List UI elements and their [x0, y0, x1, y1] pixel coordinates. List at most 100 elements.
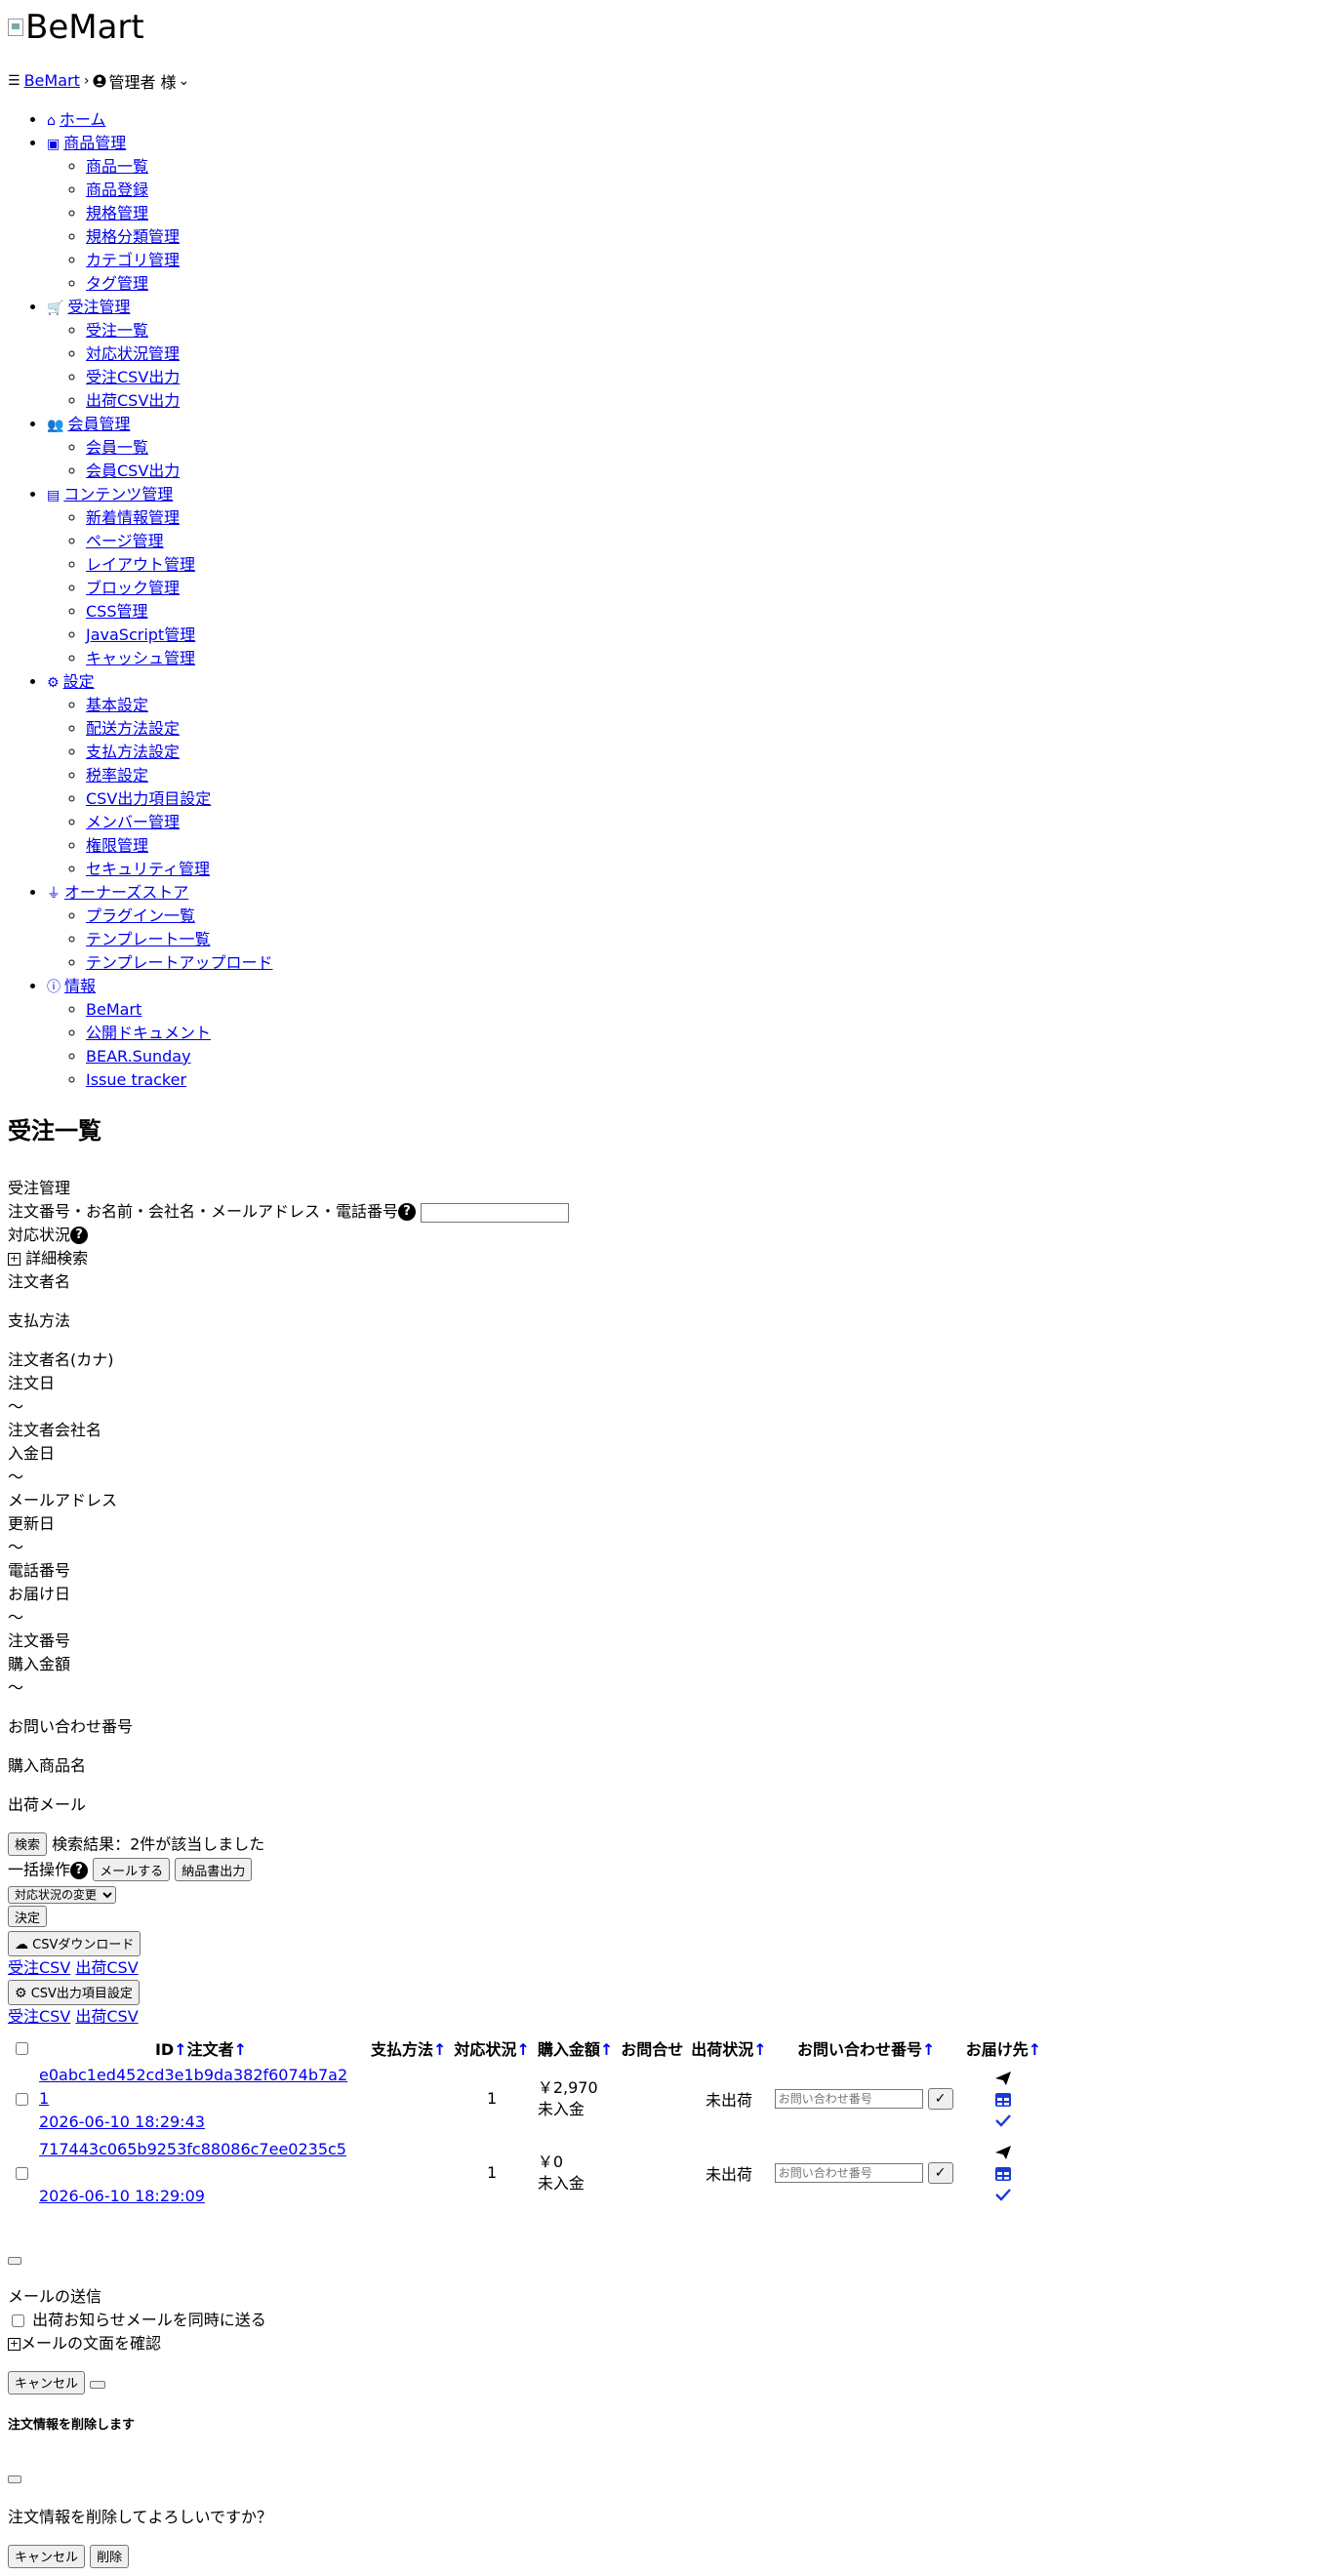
modal-close-button[interactable] [8, 2256, 21, 2265]
hamburger-icon[interactable]: ☰ [8, 74, 20, 88]
nav-sublink[interactable]: テンプレートアップロード [86, 953, 273, 972]
decide-button[interactable]: 決定 [8, 1905, 48, 1927]
nav-sublink[interactable]: 会員CSV出力 [86, 462, 180, 480]
nav-link[interactable]: ⚙ 設定 [47, 672, 95, 691]
nav-sublink[interactable]: タグ管理 [86, 274, 148, 293]
order-amount: ￥0 [537, 2152, 564, 2171]
nav-sublink[interactable]: テンプレート一覧 [86, 930, 211, 948]
send-button[interactable] [90, 2381, 106, 2390]
table-icon[interactable] [994, 2166, 1012, 2182]
keyword-input[interactable] [421, 1203, 570, 1224]
help-icon[interactable]: ? [70, 1862, 89, 1880]
range-separator: 〜 [8, 1607, 24, 1627]
row-checkbox[interactable] [16, 2092, 28, 2106]
mail-button[interactable]: メールする [93, 1858, 171, 1882]
nav-sublink[interactable]: 会員一覧 [86, 438, 148, 457]
sort-up-icon[interactable]: ↑ [433, 2040, 446, 2059]
status-change-select[interactable]: 対応状況の変更 [8, 1885, 116, 1904]
nav-sublink[interactable]: 商品一覧 [86, 157, 148, 176]
order-date-link[interactable]: 2026-06-10 18:29:43 [39, 2113, 205, 2131]
select-all-checkbox[interactable] [16, 2041, 28, 2055]
paper-plane-icon[interactable] [994, 2145, 1012, 2160]
nav-sublink[interactable]: 支払方法設定 [86, 743, 180, 761]
brand-link[interactable]: BeMart [24, 71, 80, 90]
nav-sublink[interactable]: カテゴリ管理 [86, 251, 180, 269]
nav-link[interactable]: ⌂ ホーム [47, 110, 105, 129]
sort-up-icon[interactable]: ↑ [1029, 2040, 1041, 2059]
nav-sublink[interactable]: 受注一覧 [86, 321, 148, 340]
help-icon[interactable]: ? [70, 1227, 89, 1245]
nav-sublink[interactable]: 対応状況管理 [86, 344, 180, 363]
nav-sublink[interactable]: 公開ドキュメント [86, 1024, 211, 1042]
nav-link[interactable]: ▤ コンテンツ管理 [47, 485, 173, 503]
nav-sublink[interactable]: レイアウト管理 [86, 555, 195, 574]
cancel-button[interactable]: キャンセル [8, 2544, 86, 2568]
mail-preview-toggle[interactable]: + メールの文面を確認 [8, 2332, 1324, 2355]
nav-sublink[interactable]: Issue tracker [86, 1070, 186, 1089]
nav-sublink[interactable]: セキュリティ管理 [86, 860, 210, 878]
nav-link[interactable]: ⏚ オーナーズストア [47, 883, 188, 902]
nav-sublink[interactable]: ブロック管理 [86, 579, 180, 597]
nav-link[interactable]: ⓘ 情報 [47, 977, 96, 995]
nav-sublink[interactable]: 基本設定 [86, 696, 148, 714]
nav-sublink[interactable]: プラグイン一覧 [86, 906, 195, 925]
nav-sublink[interactable]: BeMart [86, 1000, 141, 1019]
order-id-link[interactable]: e0abc1ed452cd3e1b9da382f6074b7a2 1 [39, 2066, 347, 2108]
nav-sublink[interactable]: BEAR.Sunday [86, 1047, 191, 1066]
row-checkbox[interactable] [16, 2166, 28, 2180]
advanced-search-toggle[interactable]: + 詳細検索 [8, 1247, 1324, 1270]
paper-plane-icon[interactable] [994, 2071, 1012, 2086]
nav-sublink[interactable]: 規格管理 [86, 204, 148, 222]
csv-download-button[interactable]: ☁ CSVダウンロード [8, 1930, 141, 1956]
user-menu[interactable]: 管理者 様 ⌄ [93, 69, 189, 93]
help-icon[interactable]: ? [398, 1203, 417, 1222]
sort-up-icon[interactable]: ↑ [234, 2040, 247, 2059]
ship-csv-link[interactable]: 出荷CSV [75, 2007, 138, 2026]
sort-up-icon[interactable]: ↑ [600, 2040, 613, 2059]
nav-submenu: 会員一覧会員CSV出力 [47, 436, 1324, 483]
col-destination: お届け先 [965, 2039, 1029, 2059]
nav-link[interactable]: 🛒 受注管理 [47, 298, 130, 316]
order-date-link[interactable]: 2026-06-10 18:29:09 [39, 2187, 205, 2205]
order-csv-link[interactable]: 受注CSV [8, 2007, 70, 2026]
confirm-button[interactable]: ✓ [927, 2162, 953, 2185]
nav-sublink[interactable]: メンバー管理 [86, 813, 180, 831]
nav-sublink[interactable]: 商品登録 [86, 181, 148, 199]
nav-sublink[interactable]: CSV出力項目設定 [86, 789, 211, 808]
check-icon[interactable] [994, 2113, 1012, 2127]
sort-up-icon[interactable]: ↑ [922, 2040, 935, 2059]
nav-sublink[interactable]: CSS管理 [86, 602, 148, 621]
cancel-button[interactable]: キャンセル [8, 2370, 86, 2395]
nav-sublink[interactable]: 規格分類管理 [86, 227, 180, 246]
modal-close-button[interactable] [8, 2475, 21, 2483]
nav-link[interactable]: 👥 会員管理 [47, 415, 130, 433]
csv-settings-button[interactable]: ⚙ CSV出力項目設定 [8, 1979, 140, 2005]
nav-sublink[interactable]: 税率設定 [86, 766, 148, 785]
sort-up-icon[interactable]: ↑ [753, 2040, 766, 2059]
tracking-input[interactable] [774, 2162, 923, 2183]
invoice-button[interactable]: 納品書出力 [175, 1858, 253, 1882]
notify-checkbox[interactable] [12, 2314, 24, 2327]
search-button[interactable]: 検索 [8, 1831, 48, 1856]
check-icon[interactable] [994, 2188, 1012, 2201]
sort-up-icon[interactable]: ↑ [174, 2040, 186, 2059]
order-id-link[interactable]: 717443c065b9253fc88086c7ee0235c5 [39, 2140, 346, 2158]
notify-label: 出荷お知らせメールを同時に送る [32, 2310, 266, 2329]
nav-sublink[interactable]: 受注CSV出力 [86, 368, 180, 386]
nav-link[interactable]: ▣ 商品管理 [47, 134, 126, 152]
tracking-input[interactable] [774, 2088, 923, 2109]
table-icon[interactable] [994, 2092, 1012, 2108]
nav-sublink[interactable]: 配送方法設定 [86, 719, 180, 738]
nav-sublink[interactable]: JavaScript管理 [86, 625, 195, 644]
order-csv-link[interactable]: 受注CSV [8, 1958, 70, 1977]
nav-sublink[interactable]: 新着情報管理 [86, 508, 180, 527]
nav-sublink[interactable]: 出荷CSV出力 [86, 391, 180, 410]
nav-sublink[interactable]: 権限管理 [86, 836, 148, 855]
ship-csv-link[interactable]: 出荷CSV [75, 1958, 138, 1977]
nav-sublink[interactable]: キャッシュ管理 [86, 649, 195, 667]
sort-up-icon[interactable]: ↑ [516, 2040, 529, 2059]
delete-button[interactable]: 削除 [90, 2544, 130, 2568]
confirm-button[interactable]: ✓ [927, 2088, 953, 2111]
inquiry-no-label: お問い合わせ番号 [8, 1716, 134, 1736]
nav-sublink[interactable]: ページ管理 [86, 532, 164, 550]
